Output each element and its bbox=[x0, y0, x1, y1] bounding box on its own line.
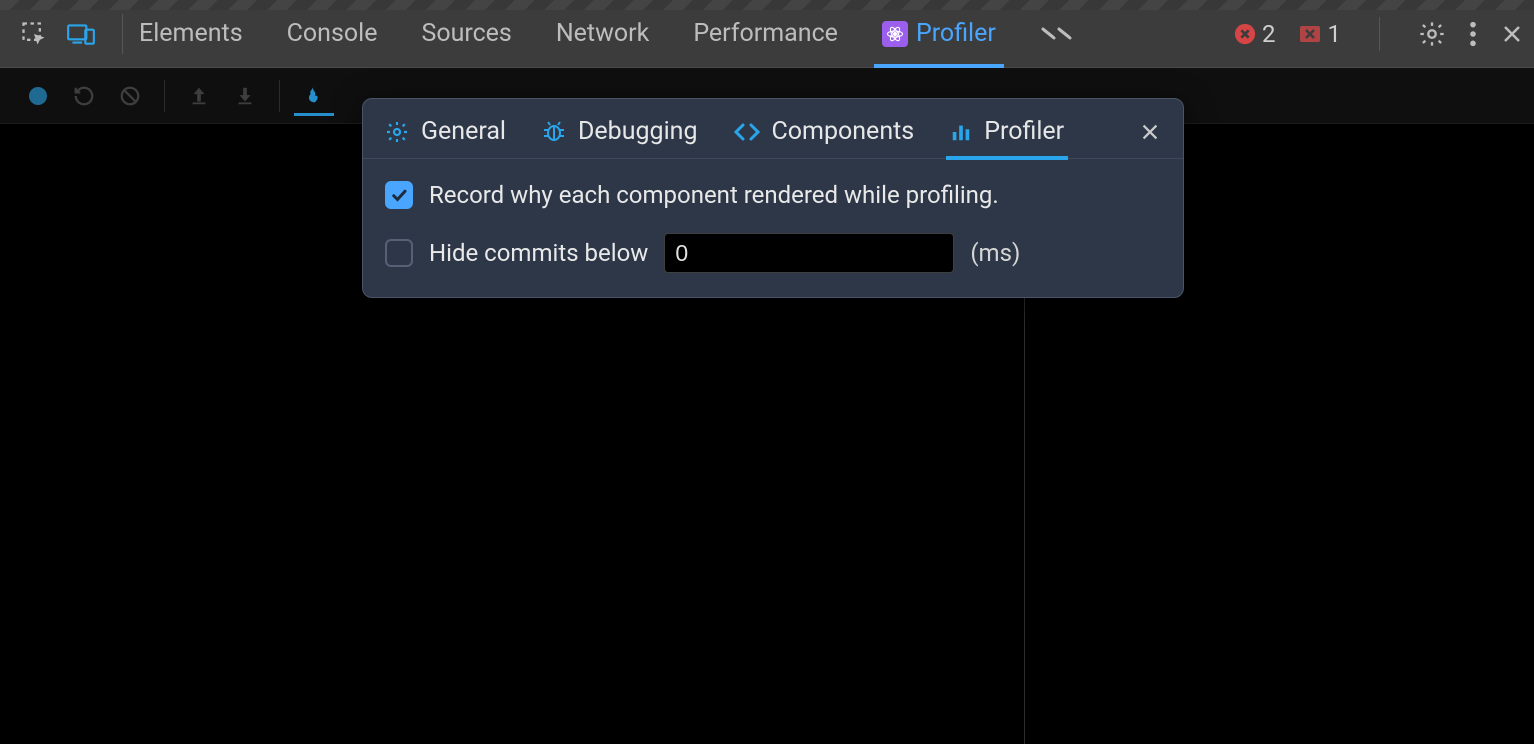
hide-commits-checkbox[interactable] bbox=[385, 239, 413, 267]
settings-tabs: General Debugging Components bbox=[363, 99, 1183, 159]
tab-network[interactable]: Network bbox=[556, 19, 649, 48]
settings-tab-debugging[interactable]: Debugging bbox=[542, 117, 697, 146]
inspect-element-icon[interactable] bbox=[20, 20, 48, 48]
settings-close-button[interactable] bbox=[1139, 121, 1161, 143]
clear-button[interactable] bbox=[110, 76, 150, 116]
tab-elements[interactable]: Elements bbox=[139, 19, 243, 48]
settings-tab-components-label: Components bbox=[772, 117, 915, 146]
warnings-count: 1 bbox=[1328, 20, 1342, 48]
download-profile-button[interactable] bbox=[225, 76, 265, 116]
tabs-overflow-icon[interactable] bbox=[1040, 22, 1074, 46]
tab-sources[interactable]: Sources bbox=[421, 19, 511, 48]
record-why-row: Record why each component rendered while… bbox=[385, 181, 1161, 209]
hide-commits-row: Hide commits below (ms) bbox=[385, 233, 1161, 273]
bars-icon bbox=[950, 121, 972, 143]
close-devtools-icon[interactable] bbox=[1500, 22, 1524, 46]
reload-button[interactable] bbox=[64, 76, 104, 116]
settings-gear-icon[interactable] bbox=[1418, 20, 1446, 48]
upload-profile-button[interactable] bbox=[179, 76, 219, 116]
record-why-label: Record why each component rendered while… bbox=[429, 181, 999, 209]
errors-indicator[interactable]: 2 bbox=[1234, 20, 1276, 48]
topbar-divider bbox=[122, 14, 123, 54]
code-icon bbox=[734, 120, 760, 144]
hide-commits-unit: (ms) bbox=[970, 239, 1020, 267]
settings-tab-profiler-label: Profiler bbox=[984, 117, 1064, 146]
record-why-checkbox[interactable] bbox=[385, 181, 413, 209]
toolbar-divider-2 bbox=[279, 80, 280, 112]
gear-icon bbox=[385, 120, 409, 144]
window-hatch-strip bbox=[0, 0, 1534, 10]
settings-tab-components[interactable]: Components bbox=[734, 117, 915, 146]
hide-commits-label: Hide commits below bbox=[429, 239, 648, 267]
tab-profiler[interactable]: Profiler bbox=[882, 19, 996, 48]
device-toggle-icon[interactable] bbox=[66, 20, 96, 48]
tab-profiler-label: Profiler bbox=[916, 19, 996, 48]
hide-commits-input[interactable] bbox=[664, 233, 954, 273]
settings-tab-profiler[interactable]: Profiler bbox=[950, 117, 1064, 146]
flamegraph-view-button[interactable] bbox=[294, 76, 334, 116]
devtools-tabs: Elements Console Sources Network Perform… bbox=[139, 19, 1074, 48]
record-button[interactable] bbox=[18, 76, 58, 116]
errors-count: 2 bbox=[1262, 20, 1276, 48]
settings-tab-general[interactable]: General bbox=[385, 117, 506, 146]
topbar-trail-divider bbox=[1379, 17, 1380, 51]
toolbar-divider-1 bbox=[164, 80, 165, 112]
devtools-topbar: Elements Console Sources Network Perform… bbox=[0, 0, 1534, 68]
profiler-settings-popover: General Debugging Components bbox=[362, 98, 1184, 298]
settings-tab-general-label: General bbox=[421, 117, 506, 146]
bug-icon bbox=[542, 120, 566, 144]
kebab-menu-icon[interactable] bbox=[1468, 20, 1478, 48]
tab-performance[interactable]: Performance bbox=[693, 19, 838, 48]
tab-console[interactable]: Console bbox=[287, 19, 378, 48]
react-icon bbox=[882, 21, 908, 47]
settings-tab-debugging-label: Debugging bbox=[578, 117, 697, 146]
warnings-indicator[interactable]: 1 bbox=[1298, 20, 1342, 48]
